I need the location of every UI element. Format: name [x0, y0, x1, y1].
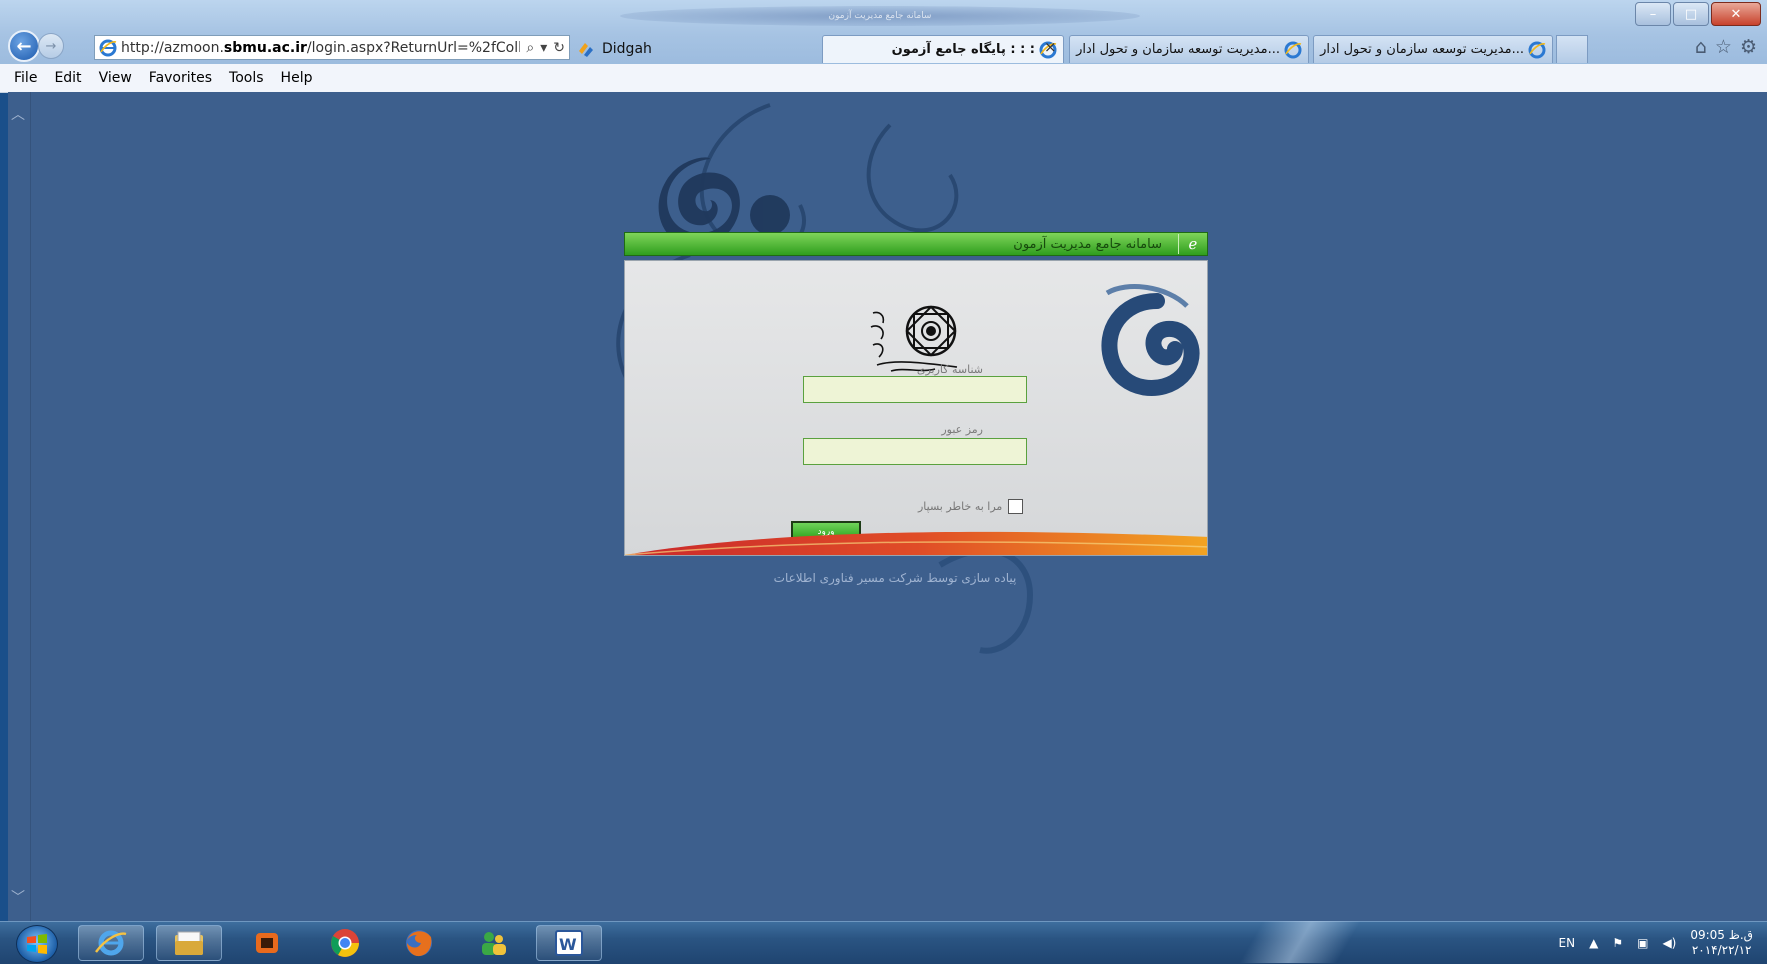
remember-me-label: مرا به خاطر بسپار [918, 500, 1003, 513]
scroll-down-icon[interactable]: ﹀ [11, 887, 25, 907]
system-tray: EN ▲ ⚑ ▣ ◀) ق.ظ 09:05 ۲۰۱۴/۲۲/۱۲ [1545, 928, 1753, 958]
close-window-button[interactable]: ✕ [1711, 2, 1761, 26]
media-player-icon [256, 933, 278, 953]
panel-rainbow-arc [625, 531, 1207, 555]
gear-icon[interactable]: ⚙ [1740, 36, 1757, 58]
chevron-down-icon[interactable]: ▾ [540, 40, 547, 56]
volume-icon[interactable]: ◀) [1662, 936, 1676, 950]
flag-icon[interactable]: ⚑ [1612, 936, 1623, 950]
tab-label: ...مدیریت توسعه سازمان و تحول ادار [1320, 42, 1524, 57]
chevron-up-icon[interactable]: ▲ [1589, 936, 1598, 950]
password-input[interactable] [803, 438, 1027, 465]
scroll-up-icon[interactable]: ︿ [11, 104, 25, 124]
password-label: رمز عبور [941, 423, 983, 436]
didgah-icon [579, 43, 593, 57]
taskbar-highlight [1190, 921, 1410, 963]
address-actions: ⌕ ▾ ↻ [520, 40, 569, 56]
url-prefix: http://azmoon. [121, 39, 224, 56]
tab-label: ...مدیریت توسعه سازمان و تحول ادار [1076, 42, 1280, 57]
taskbar-explorer[interactable] [156, 925, 222, 961]
favorites-star-icon[interactable]: ☆ [1715, 36, 1732, 58]
browser-toolbar-icons: ⌂ ☆ ⚙ [1687, 36, 1757, 58]
word-icon: W [555, 930, 583, 956]
taskbar-word[interactable]: W [536, 925, 602, 961]
folder-icon [175, 931, 203, 955]
login-panel-header: سامانه جامع مدیریت آزمون ℯ [624, 232, 1208, 256]
window-controls: – □ ✕ [1633, 2, 1761, 26]
url-suffix: /login.aspx?ReturnUrl=%2fCollec [306, 39, 521, 56]
window-title: سامانه جامع مدیریت آزمون [620, 6, 1140, 26]
back-arrow-icon: ← [16, 35, 32, 57]
refresh-icon[interactable]: ↻ [553, 40, 565, 56]
network-icon[interactable]: ▣ [1637, 936, 1648, 950]
clock[interactable]: ق.ظ 09:05 ۲۰۱۴/۲۲/۱۲ [1690, 928, 1753, 958]
url-text: http://azmoon.sbmu.ac.ir/login.aspx?Retu… [121, 40, 520, 56]
search-icon[interactable]: ⌕ [526, 40, 534, 56]
vertical-scrollbar[interactable]: ︿ ﹀ [8, 92, 31, 921]
tab-modiriat-2[interactable]: ...مدیریت توسعه سازمان و تحول ادار [1313, 35, 1553, 63]
login-panel: شناسه کاربری رمز عبور مرا به خاطر بسپار … [624, 260, 1208, 556]
ie-tab-icon [1528, 41, 1546, 58]
menu-view[interactable]: View [99, 70, 132, 86]
menu-favorites[interactable]: Favorites [149, 70, 212, 86]
taskbar-users-app[interactable] [460, 925, 526, 961]
panel-swirl-decoration [1101, 284, 1200, 396]
username-input[interactable] [803, 376, 1027, 403]
remember-me-checkbox[interactable] [1008, 499, 1024, 514]
taskbar-media-player[interactable] [234, 925, 300, 961]
menu-tools[interactable]: Tools [229, 70, 264, 86]
menu-edit[interactable]: Edit [54, 70, 81, 86]
address-bar[interactable]: http://azmoon.sbmu.ac.ir/login.aspx?Retu… [94, 35, 570, 60]
navigation-buttons: ← → [8, 28, 64, 64]
tab-didgah[interactable]: Didgah [576, 35, 652, 63]
forward-arrow-icon: → [45, 38, 57, 54]
maximize-button[interactable]: □ [1673, 2, 1709, 26]
footer-credit: پیاده سازی توسط شرکت مسیر فناوری اطلاعات [773, 571, 1017, 585]
tab-modiriat-1[interactable]: ...مدیریت توسعه سازمان و تحول ادار [1069, 35, 1309, 63]
menu-file[interactable]: File [14, 70, 37, 86]
firefox-icon [406, 930, 432, 957]
remember-me[interactable]: مرا به خاطر بسپار [918, 499, 1024, 514]
internet-explorer-icon [95, 930, 127, 956]
minimize-button[interactable]: – [1635, 2, 1671, 26]
ie-page-icon [99, 39, 117, 56]
clock-date: ۲۰۱۴/۲۲/۱۲ [1691, 943, 1752, 957]
tab-close-icon[interactable]: × [1044, 38, 1057, 56]
header-leaf-icon: ℯ [1178, 234, 1207, 254]
back-button[interactable]: ← [8, 30, 40, 62]
login-panel-title: سامانه جامع مدیریت آزمون [1013, 236, 1162, 252]
tab-didgah-label: Didgah [602, 41, 652, 57]
tab-azmoon[interactable]: : : : پایگاه جامع آزمون [822, 35, 1064, 63]
start-button[interactable] [16, 925, 58, 963]
users-icon [482, 932, 506, 955]
taskbar-ie[interactable] [78, 925, 144, 961]
ie-tab-icon [1284, 41, 1302, 58]
menu-help[interactable]: Help [281, 70, 313, 86]
clock-time: ق.ظ 09:05 [1690, 928, 1753, 942]
menu-bar: File Edit View Favorites Tools Help [0, 64, 1767, 93]
forward-button[interactable]: → [38, 33, 64, 59]
url-domain: sbmu.ac.ir [223, 39, 307, 56]
new-tab-button[interactable] [1556, 35, 1588, 63]
home-icon[interactable]: ⌂ [1695, 36, 1707, 58]
taskbar-chrome[interactable] [312, 925, 378, 961]
windows-logo-icon [27, 934, 47, 954]
taskbar-firefox[interactable] [386, 925, 452, 961]
language-indicator[interactable]: EN [1559, 936, 1576, 950]
svg-text:W: W [559, 935, 577, 954]
tab-label: : : : پایگاه جامع آزمون [891, 42, 1035, 57]
username-label: شناسه کاربری [916, 363, 983, 376]
chrome-icon [331, 929, 359, 957]
